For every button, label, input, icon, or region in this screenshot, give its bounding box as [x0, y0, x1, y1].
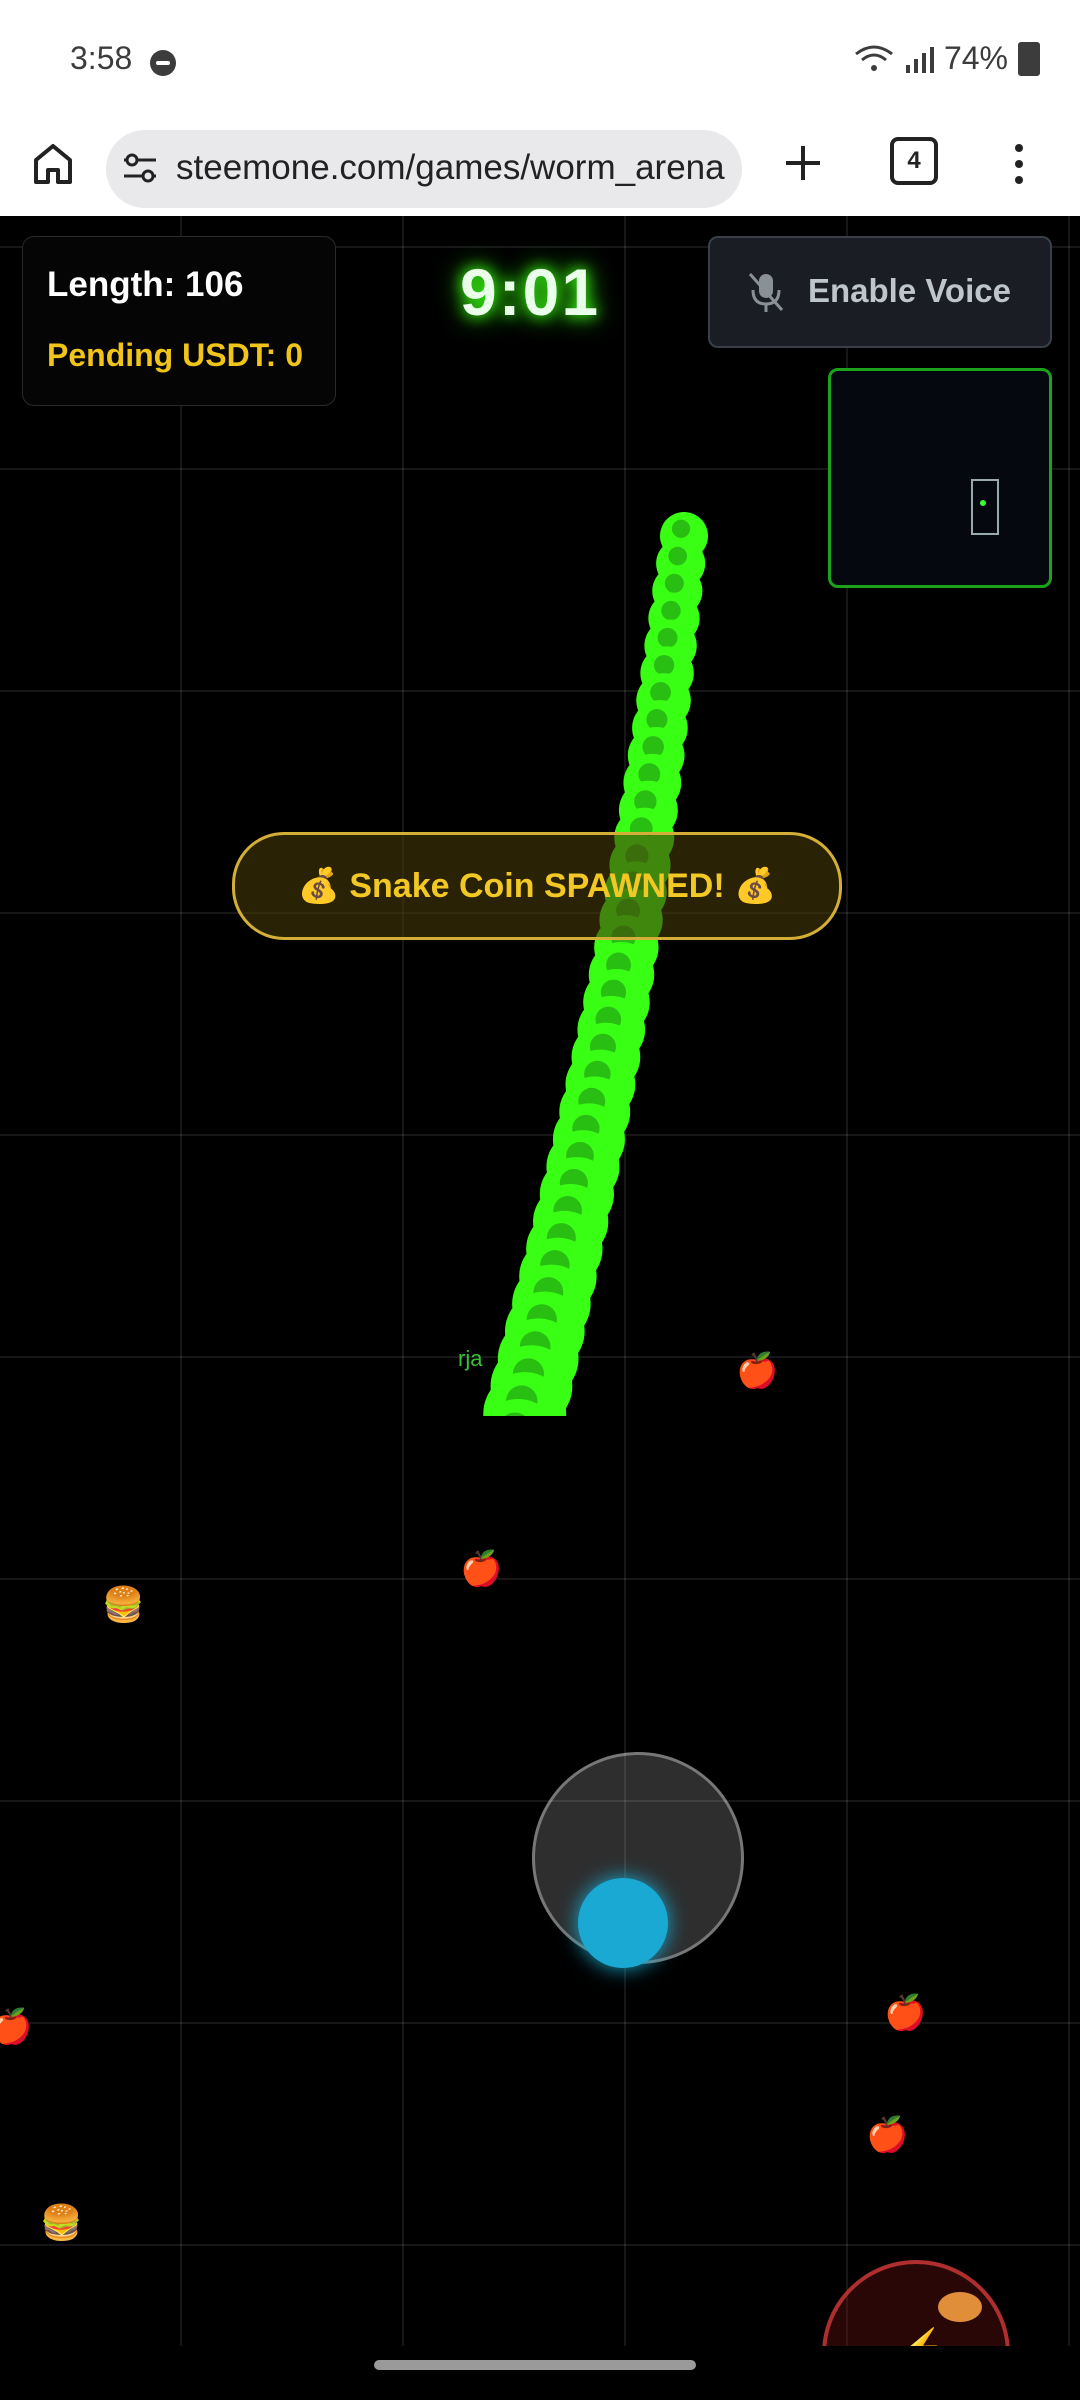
- snake-segment-shade: [664, 573, 684, 593]
- home-icon[interactable]: [28, 138, 78, 188]
- boost-button[interactable]: ⚡: [822, 2260, 1010, 2346]
- tune-icon[interactable]: [122, 152, 158, 184]
- wifi-icon: [855, 45, 893, 71]
- player-name: rja: [458, 1346, 483, 1371]
- enable-voice-label: Enable Voice: [808, 272, 1011, 309]
- apple-food: 🍎: [884, 1994, 927, 2032]
- apple-food: 🍎: [736, 1352, 779, 1390]
- minimap-viewport: [971, 479, 999, 535]
- apple-food: 🍎: [460, 1550, 503, 1588]
- tabs-icon[interactable]: 4: [890, 137, 938, 185]
- snake-segment-shade: [671, 519, 691, 538]
- home-indicator: [374, 2360, 696, 2370]
- snake-segment-shade: [657, 627, 678, 648]
- joystick-knob[interactable]: [578, 1878, 668, 1968]
- dnd-icon: [150, 50, 176, 76]
- browser-toolbar: steemone.com/games/worm_arena 4: [0, 120, 1080, 217]
- status-bar: 3:58 74%: [0, 0, 1080, 120]
- status-right: 74%: [854, 40, 1040, 77]
- minimap: [828, 368, 1052, 588]
- coin-spawned-banner: 💰 Snake Coin SPAWNED! 💰: [232, 832, 842, 940]
- status-time: 3:58: [70, 40, 133, 76]
- game-canvas[interactable]: Length: 106 Pending USDT: 0 9:01 Enable …: [0, 216, 1080, 2346]
- apple-food: 🍎: [866, 2116, 909, 2154]
- game-timer: 9:01: [459, 255, 601, 329]
- length-label: Length: 106: [47, 265, 244, 304]
- snake-segment-shade: [668, 546, 688, 566]
- enable-voice-button[interactable]: Enable Voice: [708, 236, 1052, 348]
- snake-segment-shade: [650, 682, 671, 703]
- pending-usdt-label: Pending USDT: 0: [47, 337, 304, 373]
- address-bar[interactable]: steemone.com/games/worm_arena: [106, 130, 742, 208]
- snake-segment-shade: [653, 654, 675, 676]
- battery-text: 74%: [943, 40, 1008, 76]
- battery-icon: [1018, 41, 1040, 76]
- burger-food: 🍔: [102, 1586, 145, 1624]
- bolt-icon: ⚡: [896, 2326, 946, 2346]
- coin-icon: [938, 2292, 982, 2322]
- menu-icon[interactable]: [1004, 134, 1034, 194]
- signal-icon: [905, 46, 934, 73]
- url-text[interactable]: steemone.com/games/worm_arena: [176, 148, 732, 188]
- mic-off-icon: [748, 273, 784, 312]
- minimap-player-dot: [980, 500, 986, 506]
- snake-segment-shade: [646, 709, 668, 731]
- snake-segment-shade: [661, 600, 681, 621]
- stats-panel: Length: 106 Pending USDT: 0: [22, 236, 336, 406]
- burger-food: 🍔: [40, 2204, 83, 2242]
- plus-icon[interactable]: [778, 138, 828, 188]
- apple-food: 🍎: [0, 2008, 33, 2046]
- gesture-bar: [0, 2346, 1080, 2400]
